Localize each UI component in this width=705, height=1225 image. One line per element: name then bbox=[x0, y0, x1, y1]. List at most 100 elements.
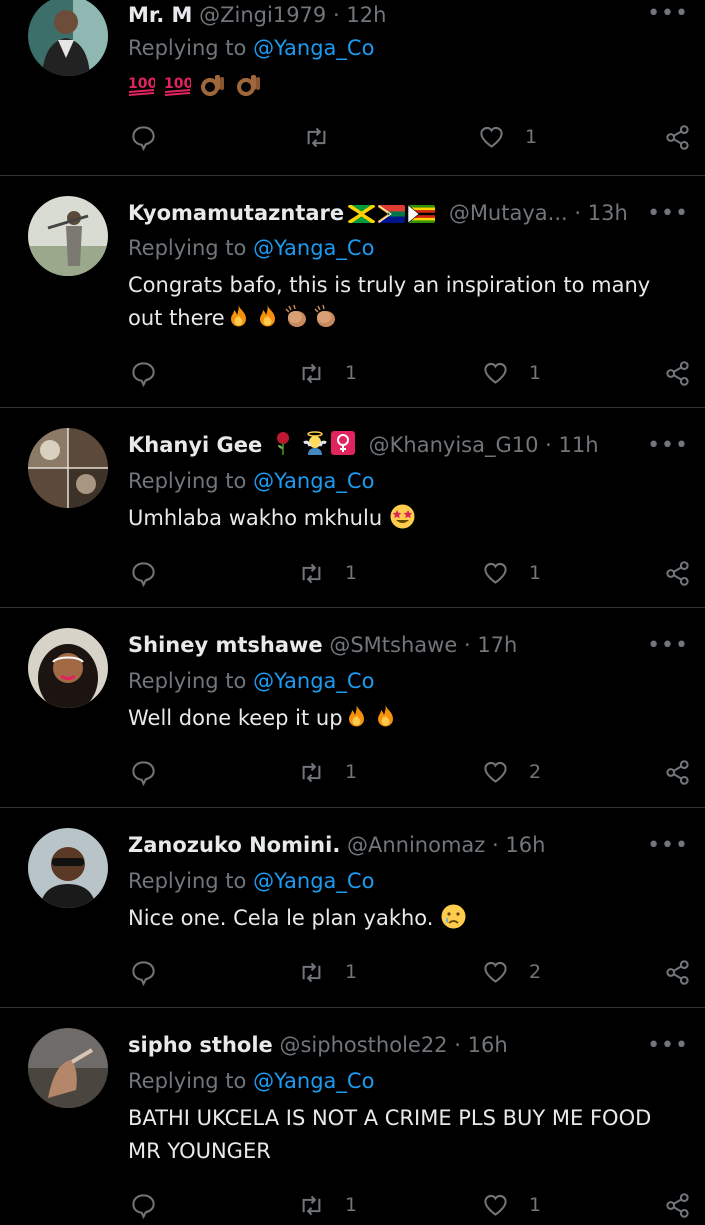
reply-button[interactable] bbox=[130, 356, 157, 390]
share-button[interactable] bbox=[664, 356, 691, 390]
retweet-icon bbox=[302, 563, 321, 583]
name-emojis bbox=[273, 431, 358, 460]
user-handle[interactable]: @siphosthole22 bbox=[279, 1033, 447, 1057]
reply-button[interactable] bbox=[130, 755, 157, 789]
timestamp[interactable]: 17h bbox=[477, 633, 517, 657]
avatar[interactable] bbox=[28, 1028, 108, 1108]
reply-icon bbox=[132, 960, 155, 986]
user-handle[interactable]: @Anninomaz bbox=[347, 833, 485, 857]
avatar[interactable] bbox=[28, 196, 108, 276]
tweet-header: Shiney mtshawe @SMtshawe · 17h bbox=[128, 630, 645, 660]
heart-icon bbox=[484, 961, 507, 983]
avatar[interactable] bbox=[28, 0, 108, 76]
tweet-header: sipho sthole @siphosthole22 · 16h bbox=[128, 1030, 645, 1060]
like-count: 2 bbox=[529, 961, 542, 983]
user-handle[interactable]: @SMtshawe bbox=[329, 633, 457, 657]
tweet-text-content: Well done keep it up bbox=[128, 706, 343, 730]
timestamp[interactable]: 16h bbox=[468, 1033, 508, 1057]
like-count: 1 bbox=[525, 126, 538, 148]
hundred-points-icon: 100 bbox=[164, 76, 191, 96]
mention-link[interactable]: @Yanga_Co bbox=[253, 469, 374, 493]
display-name[interactable]: Zanozuko Nomini. bbox=[128, 833, 340, 857]
mention-link[interactable]: @Yanga_Co bbox=[253, 669, 374, 693]
user-handle[interactable]: @Mutaya... bbox=[449, 201, 568, 225]
ok-hand-icon bbox=[237, 75, 261, 96]
fire-icon bbox=[230, 305, 246, 327]
tweet[interactable]: sipho sthole @siphosthole22 · 16h ••• Re… bbox=[0, 1008, 705, 1225]
mention-link[interactable]: @Yanga_Co bbox=[253, 1069, 374, 1093]
retweet-button[interactable]: 1 bbox=[298, 955, 357, 989]
female-sign-icon bbox=[330, 431, 355, 455]
reply-button[interactable] bbox=[130, 955, 157, 989]
share-icon bbox=[666, 360, 689, 386]
display-name[interactable]: Mr. M bbox=[128, 3, 192, 27]
display-name[interactable]: Shiney mtshawe bbox=[128, 633, 323, 657]
heart-icon bbox=[484, 362, 507, 384]
more-icon[interactable]: ••• bbox=[647, 835, 689, 857]
retweet-button[interactable]: 1 bbox=[298, 755, 357, 789]
heart-icon bbox=[480, 126, 503, 148]
tweet-text: Well done keep it up bbox=[128, 702, 685, 735]
replying-to: Replying to @Yanga_Co bbox=[128, 33, 374, 63]
avatar[interactable] bbox=[28, 628, 108, 708]
mention-link[interactable]: @Yanga_Co bbox=[253, 36, 374, 60]
share-button[interactable] bbox=[664, 120, 691, 154]
more-icon[interactable]: ••• bbox=[647, 1035, 689, 1057]
tweet[interactable]: Zanozuko Nomini. @Anninomaz · 16h ••• Re… bbox=[0, 808, 705, 1008]
share-icon bbox=[666, 759, 689, 785]
separator-dot: · bbox=[454, 1033, 461, 1057]
avatar[interactable] bbox=[28, 428, 108, 508]
retweet-button[interactable]: 1 bbox=[298, 356, 357, 390]
avatar[interactable] bbox=[28, 828, 108, 908]
like-button[interactable]: 1 bbox=[482, 356, 541, 390]
timestamp[interactable]: 16h bbox=[505, 833, 545, 857]
timestamp[interactable]: 13h bbox=[588, 201, 628, 225]
replying-prefix: Replying to bbox=[128, 36, 247, 60]
share-button[interactable] bbox=[664, 755, 691, 789]
replying-to: Replying to @Yanga_Co bbox=[128, 866, 374, 896]
reply-button[interactable] bbox=[130, 1188, 157, 1222]
share-icon bbox=[666, 959, 689, 985]
reply-icon bbox=[132, 760, 155, 786]
retweet-button[interactable]: 1 bbox=[298, 1188, 357, 1222]
timestamp[interactable]: 12h bbox=[346, 3, 386, 27]
more-icon[interactable]: ••• bbox=[647, 3, 689, 25]
display-name[interactable]: sipho sthole bbox=[128, 1033, 273, 1057]
display-name[interactable]: Khanyi Gee bbox=[128, 433, 262, 457]
reply-icon bbox=[132, 361, 155, 387]
tweet[interactable]: Kyomamutazntare @Mutaya... · 13h ••• Rep… bbox=[0, 176, 705, 408]
like-button[interactable]: 1 bbox=[482, 556, 541, 590]
timestamp[interactable]: 11h bbox=[559, 433, 599, 457]
more-icon[interactable]: ••• bbox=[647, 203, 689, 225]
tweet-actions: 1 1 bbox=[0, 556, 705, 590]
retweet-button[interactable] bbox=[303, 120, 350, 154]
share-button[interactable] bbox=[664, 1188, 691, 1222]
display-name[interactable]: Kyomamutazntare bbox=[128, 201, 344, 225]
zimbabwe-flag-icon bbox=[408, 205, 436, 223]
replying-prefix: Replying to bbox=[128, 1069, 247, 1093]
like-button[interactable]: 2 bbox=[482, 755, 541, 789]
share-button[interactable] bbox=[664, 955, 691, 989]
tweet[interactable]: Shiney mtshawe @SMtshawe · 17h ••• Reply… bbox=[0, 608, 705, 808]
user-handle[interactable]: @Zingi1979 bbox=[199, 3, 326, 27]
tweet-actions: 1 1 bbox=[0, 1188, 705, 1222]
mention-link[interactable]: @Yanga_Co bbox=[253, 869, 374, 893]
like-button[interactable]: 2 bbox=[482, 955, 541, 989]
tweet[interactable]: Mr. M @Zingi1979 · 12h ••• Replying to @… bbox=[0, 0, 705, 176]
share-button[interactable] bbox=[664, 556, 691, 590]
tweet[interactable]: Khanyi Gee @Khanyisa_G10 · 11h ••• Reply… bbox=[0, 408, 705, 608]
like-button[interactable]: 1 bbox=[482, 1188, 541, 1222]
mention-link[interactable]: @Yanga_Co bbox=[253, 236, 374, 260]
reply-button[interactable] bbox=[130, 556, 157, 590]
like-button[interactable]: 1 bbox=[478, 120, 537, 154]
like-count: 1 bbox=[529, 362, 542, 384]
retweet-button[interactable]: 1 bbox=[298, 556, 357, 590]
more-icon[interactable]: ••• bbox=[647, 435, 689, 457]
separator-dot: · bbox=[574, 201, 582, 225]
user-handle[interactable]: @Khanyisa_G10 bbox=[369, 433, 539, 457]
fire-icon bbox=[377, 705, 393, 727]
reply-button[interactable] bbox=[130, 120, 157, 154]
heart-icon bbox=[484, 562, 507, 584]
more-icon[interactable]: ••• bbox=[647, 635, 689, 657]
reply-icon bbox=[132, 1193, 155, 1219]
